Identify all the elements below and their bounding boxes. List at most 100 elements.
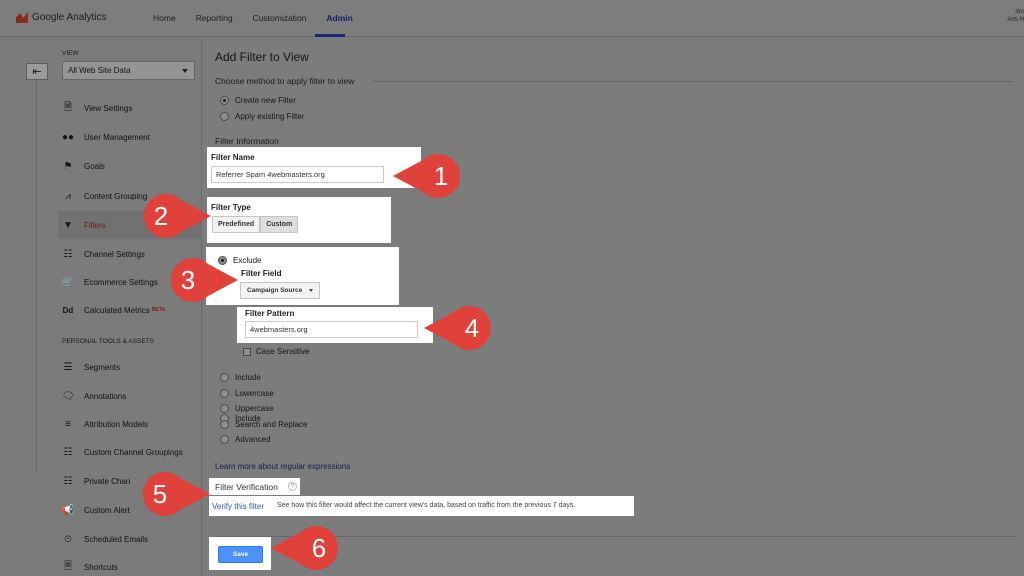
callout-1: 1 xyxy=(393,154,469,198)
sidebar-item-label: Calculated Metrics xyxy=(84,305,150,315)
sidebar-item-label: Custom Channel Groupings xyxy=(84,447,183,457)
callout-2: 2 xyxy=(135,194,211,238)
filter-field-dropdown[interactable]: Campaign Source xyxy=(240,282,321,299)
user-account[interactable]: dro Arts H xyxy=(1007,8,1024,24)
sidebar-item-ecommerce-settings[interactable]: 🛒 Ecommerce Settings xyxy=(62,275,158,289)
user-account-name: Arts H xyxy=(1007,17,1024,23)
users-icon: ●● xyxy=(61,131,75,143)
save-button[interactable]: Save xyxy=(218,546,263,563)
checkbox-label: Case Sensitive xyxy=(256,347,310,356)
arrow-left-icon: ⇤ xyxy=(32,66,42,78)
filter-verification-heading: Filter Verification xyxy=(215,482,278,492)
callout-4: 4 xyxy=(424,306,500,350)
view-select[interactable]: All Web Site Data xyxy=(62,61,195,80)
sidebar-item-segments[interactable]: ☰ Segments xyxy=(62,360,121,374)
filter-type-label: Filter Type xyxy=(211,203,251,212)
segments-icon: ☰ xyxy=(63,361,73,373)
sidebar-item-label: Shortcuts xyxy=(84,562,118,572)
verify-filter-link[interactable]: Verify this filter xyxy=(212,502,264,511)
radio-unchecked-icon xyxy=(220,420,229,429)
hierarchy-icon: ⩘ xyxy=(65,190,71,202)
flag-icon: ⚑ xyxy=(63,160,73,172)
case-sensitive-checkbox[interactable]: Case Sensitive xyxy=(243,347,309,356)
callout-number: 5 xyxy=(152,478,168,509)
filter-field-value: Campaign Source xyxy=(247,287,303,294)
nav-reporting[interactable]: Reporting xyxy=(196,13,233,23)
help-icon[interactable]: ? xyxy=(288,482,297,491)
method-divider xyxy=(373,81,1013,82)
radio-checked-icon xyxy=(220,96,229,105)
filter-pattern-card: Filter Pattern xyxy=(237,307,433,343)
radio-label: Advanced xyxy=(235,435,271,444)
nav-customization[interactable]: Customization xyxy=(253,13,307,23)
channel-icon: ☷ xyxy=(63,475,73,487)
radio-label: Include xyxy=(235,373,261,382)
learn-regex-link[interactable]: Learn more about regular expressions xyxy=(215,462,350,471)
filter-type-custom[interactable]: Custom xyxy=(260,216,299,233)
view-label: VIEW xyxy=(62,50,79,57)
sidebar-item-shortcuts[interactable]: 🗏 Shortcuts xyxy=(62,560,118,574)
radio-label: Search and Replace xyxy=(235,420,308,429)
cart-icon: 🛒 xyxy=(61,276,75,288)
sidebar-item-calculated-metrics[interactable]: Dd Calculated Metrics BETA xyxy=(62,303,165,317)
user-name: dro xyxy=(1015,9,1024,15)
filter-type-predefined[interactable]: Predefined xyxy=(212,216,261,233)
google-analytics-logo[interactable]: Google Analytics xyxy=(16,12,107,23)
page-title: Add Filter to View xyxy=(215,50,309,64)
radio-search-and-replace[interactable]: Search and Replace xyxy=(220,420,308,429)
radio-uppercase[interactable]: Uppercase xyxy=(220,404,274,413)
filter-type-toggle: Predefined Custom xyxy=(212,216,299,233)
sidebar-item-channel-settings[interactable]: ☷ Channel Settings xyxy=(62,247,145,261)
clock-icon: ⏲ xyxy=(64,533,72,545)
filter-pattern-input[interactable] xyxy=(245,321,418,338)
nav-admin[interactable]: Admin xyxy=(326,13,352,23)
megaphone-icon: 📢 xyxy=(61,504,75,516)
document-icon: 🗎 xyxy=(63,101,73,113)
personal-tools-heading: PERSONAL TOOLS & ASSETS xyxy=(62,338,154,345)
back-button[interactable]: ⇤ xyxy=(26,63,48,80)
filter-verification-card: Filter Verification ? xyxy=(209,478,300,495)
verify-filter-card: Verify this filter See how this filter w… xyxy=(209,496,634,516)
annotation-icon: 🗨 xyxy=(61,390,75,402)
sidebar-item-scheduled-emails[interactable]: ⏲ Scheduled Emails xyxy=(62,532,148,546)
nav-home[interactable]: Home xyxy=(153,13,176,23)
main-nav: Home Reporting Customization Admin xyxy=(153,13,373,23)
sidebar-item-filters[interactable]: ▼ Filters xyxy=(62,218,106,232)
radio-advanced[interactable]: Advanced xyxy=(220,435,271,444)
sidebar-item-label: Attribution Models xyxy=(84,419,149,429)
sidebar-item-private-channel[interactable]: ☷ Private Chan xyxy=(62,474,131,488)
sidebar-item-user-management[interactable]: ●● User Management xyxy=(62,130,150,144)
sidebar-item-label: Filters xyxy=(84,220,106,230)
admin-underline xyxy=(315,34,345,37)
radio-lowercase[interactable]: Lowercase xyxy=(220,389,274,398)
sidebar-item-goals[interactable]: ⚑ Goals xyxy=(62,159,105,173)
caret-down-icon xyxy=(309,289,314,292)
sidebar-item-label: Goals xyxy=(84,161,105,171)
callout-number: 6 xyxy=(311,532,327,563)
filter-pattern-label: Filter Pattern xyxy=(245,309,295,318)
filter-field-label: Filter Field xyxy=(241,269,282,278)
radio-label: Uppercase xyxy=(235,404,274,413)
radio-apply-existing-filter[interactable]: Apply existing Filter xyxy=(220,112,304,121)
sidebar-item-label: View Settings xyxy=(84,103,133,113)
sidebar-item-custom-alerts[interactable]: 📢 Custom Alert xyxy=(62,503,130,517)
filter-name-input[interactable] xyxy=(211,166,384,183)
callout-5: 5 xyxy=(134,472,210,516)
sidebar-item-custom-channel-groupings[interactable]: ☷ Custom Channel Groupings xyxy=(62,445,183,459)
callout-number: 3 xyxy=(180,264,196,295)
sidebar-item-view-settings[interactable]: 🗎 View Settings xyxy=(62,101,132,115)
sidebar-divider xyxy=(36,80,37,472)
beta-badge: BETA xyxy=(151,307,166,313)
radio-include[interactable]: Include xyxy=(220,373,261,382)
verify-filter-description: See how this filter would affect the cur… xyxy=(277,502,576,509)
callout-number: 1 xyxy=(433,160,449,191)
channel-icon: ☷ xyxy=(63,446,73,458)
sidebar-item-attribution-models[interactable]: ≡ Attribution Models xyxy=(62,417,148,431)
sidebar-item-annotations[interactable]: 🗨 Annotations xyxy=(61,389,127,403)
attribution-icon: ≡ xyxy=(65,418,71,430)
radio-create-new-filter[interactable]: Create new Filter xyxy=(220,96,296,105)
method-heading: Choose method to apply filter to view xyxy=(215,76,355,86)
filter-icon: ▼ xyxy=(63,219,73,231)
checkbox-unchecked-icon xyxy=(243,347,251,356)
sidebar-item-label: Annotations xyxy=(84,391,127,401)
